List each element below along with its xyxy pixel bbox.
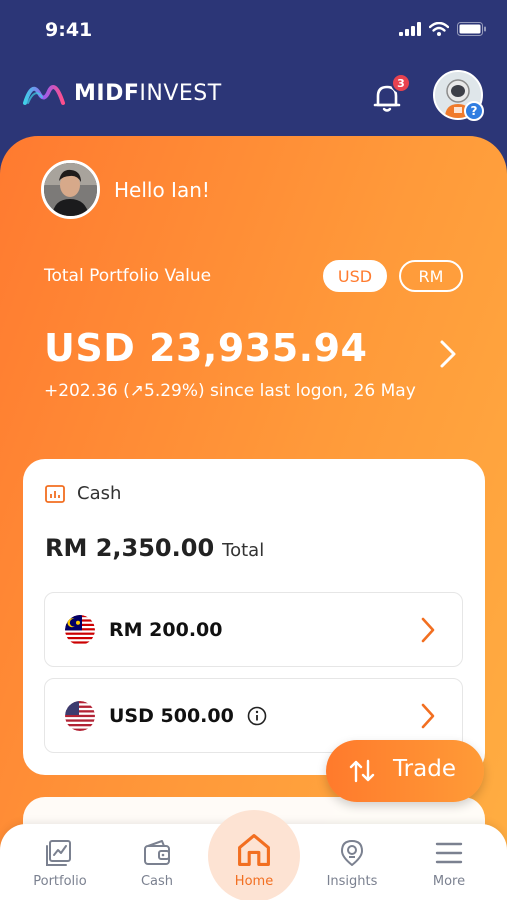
signal-icon (399, 22, 421, 36)
nav-label-cash: Cash (140, 874, 174, 889)
nav-home[interactable]: Home (214, 834, 294, 889)
portfolio-value: USD 23,935.94 (44, 326, 368, 370)
cash-chart-icon (45, 484, 65, 503)
cash-title-text: Cash (77, 483, 122, 504)
menu-icon (435, 842, 463, 864)
malaysia-flag-icon (65, 614, 95, 645)
logo-text-light: INVEST (139, 80, 222, 106)
currency-rm-toggle[interactable]: RM (399, 260, 463, 292)
chevron-right-icon (421, 703, 435, 728)
nav-label-more: More (432, 874, 466, 889)
app-header: MIDFINVEST 3 ? (0, 65, 507, 130)
chevron-right-icon (421, 617, 435, 642)
trade-button-label: Trade (393, 756, 456, 782)
cash-total: RM 2,350.00 Total (45, 534, 264, 562)
notifications-button[interactable]: 3 (369, 73, 411, 115)
wifi-icon (429, 22, 449, 36)
notification-count-badge: 3 (391, 73, 411, 93)
cash-row-usd-amount: USD 500.00 (109, 704, 234, 727)
nav-label-home: Home (234, 874, 274, 889)
trade-arrows-icon (349, 759, 375, 783)
portfolio-chevron-right-icon[interactable] (436, 338, 460, 370)
midf-invest-logo: MIDFINVEST (22, 79, 222, 107)
portfolio-chart-icon (46, 840, 71, 866)
usa-flag-icon (65, 700, 95, 731)
nav-label-portfolio: Portfolio (33, 874, 87, 889)
portfolio-label: Total Portfolio Value (44, 266, 212, 286)
logo-mark-icon (23, 85, 65, 105)
cash-title: Cash (45, 483, 121, 504)
cash-total-amount: RM 2,350.00 (45, 534, 215, 562)
nav-insights[interactable]: Insights (312, 838, 392, 889)
wallet-icon (144, 840, 170, 865)
trade-button[interactable]: Trade (326, 740, 484, 802)
nav-label-insights: Insights (326, 874, 378, 889)
portfolio-change: +202.36 (↗5.29%) since last logon, 26 Ma… (44, 381, 416, 401)
nav-cash[interactable]: Cash (117, 838, 197, 889)
nav-more[interactable]: More (409, 838, 489, 889)
info-icon[interactable] (247, 706, 267, 726)
status-bar: 9:41 (0, 0, 507, 60)
logo-text-bold: MIDF (74, 80, 140, 106)
nav-portfolio[interactable]: Portfolio (20, 838, 100, 889)
cash-total-suffix: Total (222, 540, 265, 561)
battery-icon (457, 22, 486, 36)
status-icons (399, 22, 487, 36)
greeting-text: Hello Ian! (114, 177, 210, 202)
cash-row-rm[interactable]: RM 200.00 (44, 592, 463, 667)
currency-usd-toggle[interactable]: USD (323, 260, 387, 292)
user-photo-icon (44, 163, 97, 216)
greeting: Hello Ian! (41, 160, 210, 219)
insights-icon (341, 840, 363, 866)
user-avatar[interactable] (41, 160, 100, 219)
help-badge[interactable]: ? (464, 101, 484, 121)
status-time: 9:41 (45, 19, 93, 41)
profile-avatar-button[interactable]: ? (433, 70, 484, 121)
home-icon (238, 834, 270, 866)
cash-row-rm-amount: RM 200.00 (109, 618, 223, 641)
cash-card: Cash RM 2,350.00 Total RM 200.00 USD 500… (23, 459, 485, 775)
currency-toggle: USD RM (323, 260, 463, 292)
